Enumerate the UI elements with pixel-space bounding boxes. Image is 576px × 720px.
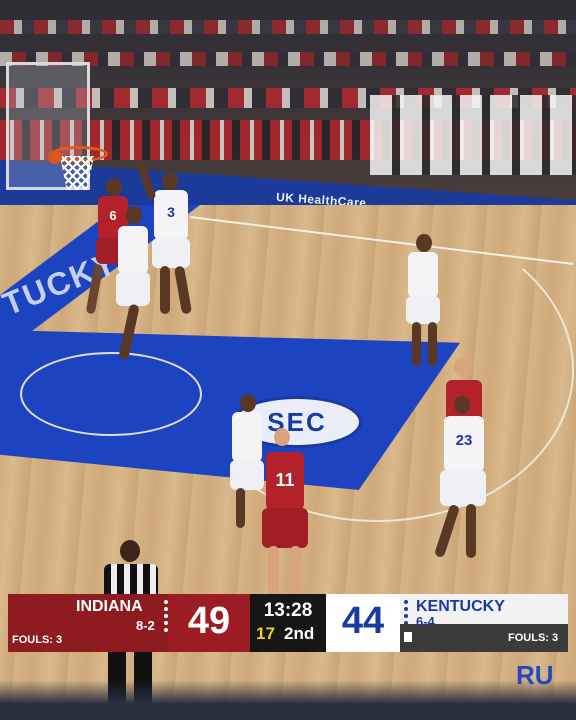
away-timeout-dots <box>404 600 408 628</box>
home-score: 49 <box>187 600 231 642</box>
player-away-wing <box>396 232 456 372</box>
home-team-record: 8-2 <box>136 618 155 633</box>
home-score-panel: 49 <box>168 594 250 652</box>
home-team-panel: INDIANA 8-2 FOULS: 3 <box>8 594 168 652</box>
player-away-post: 23 <box>424 396 504 566</box>
game-period: 2nd <box>284 624 315 643</box>
away-score-panel: 44 <box>326 594 400 652</box>
away-score: 44 <box>341 600 385 642</box>
away-team-fouls: FOULS: 3 <box>508 632 559 644</box>
basketball <box>48 150 62 164</box>
home-team-fouls: FOULS: 3 <box>12 634 63 646</box>
game-clock-panel: 13:28 17 2nd <box>250 594 326 652</box>
player-away-leaper <box>110 200 170 370</box>
player-away-mid <box>224 392 274 532</box>
shot-clock: 17 <box>256 624 275 643</box>
away-team-panel: KENTUCKY 6-4 FOULS: 3 <box>400 594 568 652</box>
courtside-heads <box>0 680 576 720</box>
home-team-name: INDIANA <box>76 598 143 615</box>
away-team-record: 6-4 <box>416 614 435 629</box>
game-clock: 13:28 <box>263 600 313 621</box>
scorebug: INDIANA 8-2 FOULS: 3 49 13:28 17 2nd 44 … <box>8 594 568 652</box>
possession-arrow-icon <box>404 632 412 642</box>
